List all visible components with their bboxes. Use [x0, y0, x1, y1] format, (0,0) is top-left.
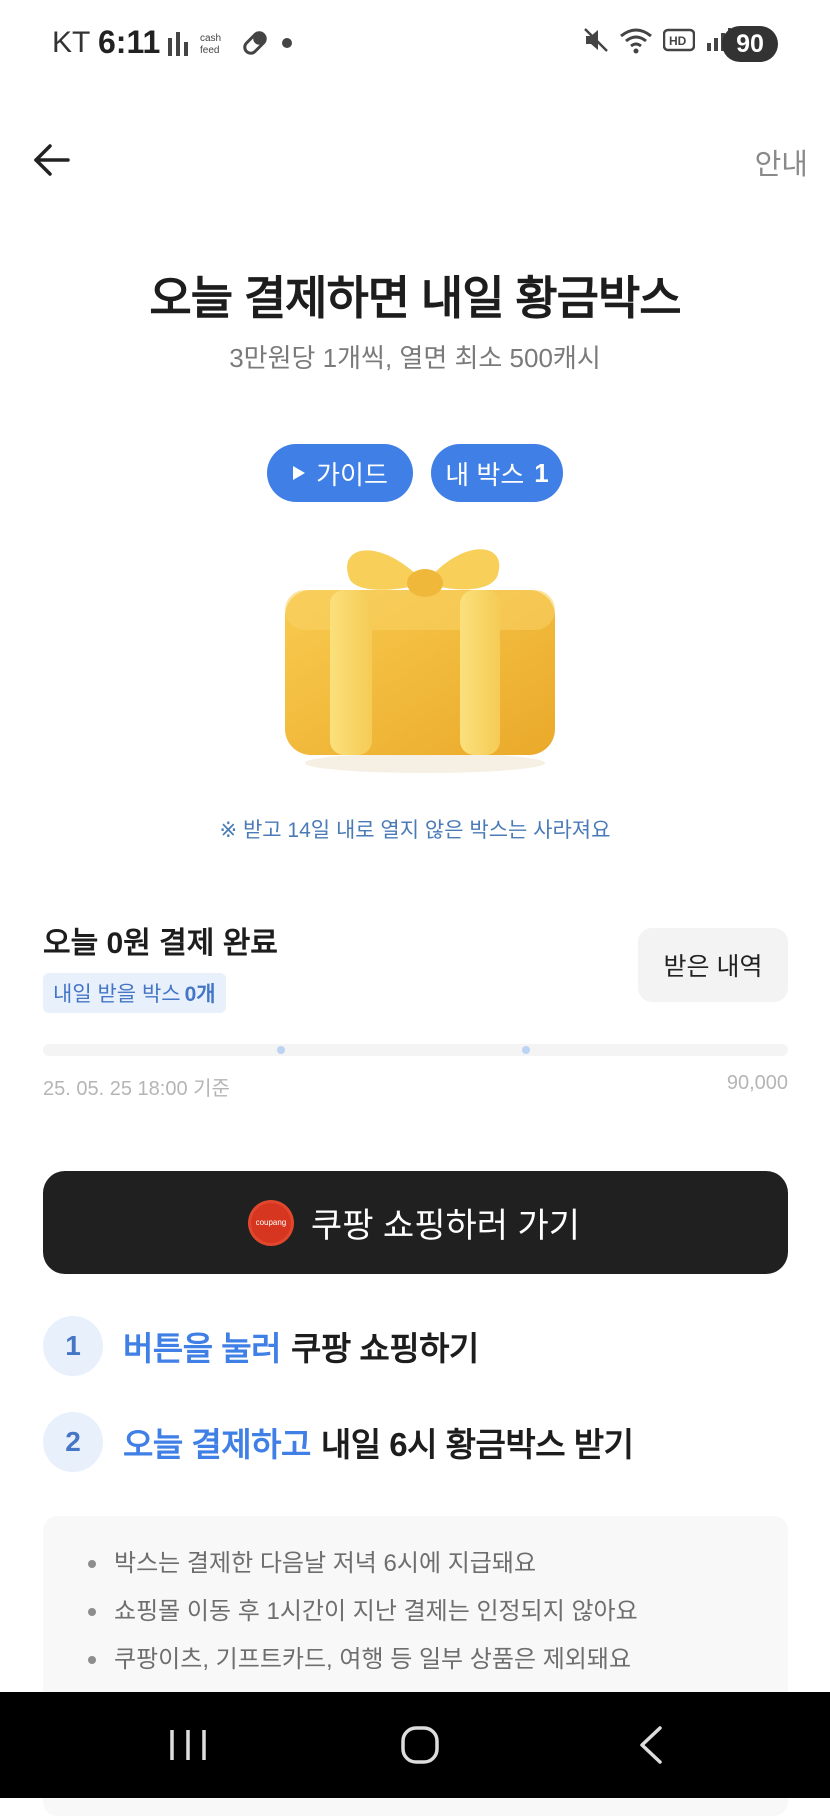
payment-status-title: 오늘 0원 결제 완료 [43, 927, 278, 960]
step-description: 쿠팡 쇼핑하기 [290, 1330, 479, 1367]
back-button[interactable] [30, 138, 74, 182]
page-subtitle: 3만원당 1개씩, 열면 최소 500캐시 [229, 343, 601, 373]
step-highlight: 버튼을 눌러 [123, 1330, 281, 1367]
dot-icon [282, 38, 292, 48]
step-number: 1 [43, 1316, 103, 1376]
carrier-label: KT [52, 26, 91, 59]
guide-button[interactable]: 가이드 [267, 444, 413, 502]
home-icon[interactable] [390, 1722, 450, 1768]
page-title: 오늘 결제하면 내일 황금박스 [149, 272, 681, 324]
progress-max-label: 90,000 [726, 1072, 788, 1094]
progress-marker [522, 1046, 530, 1054]
coupang-shop-button-label: 쿠팡 쇼핑하러 가기 [310, 1207, 581, 1245]
progress-marker [277, 1046, 285, 1054]
step-1: 1 버튼을 눌러 쿠팡 쇼핑하기 [43, 1316, 479, 1376]
info-item: 쇼핑몰 이동 후 1시간이 지난 결제는 인정되지 않아요 [86, 1592, 638, 1640]
coupang-logo: coupang [250, 1202, 291, 1243]
tomorrow-box-label: 내일 받을 박스 [53, 983, 181, 1006]
progress-date-label: 25. 05. 25 18:00 기준 [43, 1078, 230, 1100]
expiry-notice: ※ 받고 14일 내로 열지 않은 박스는 사라져요 [219, 819, 611, 842]
step-description: 내일 6시 황금박스 받기 [320, 1426, 634, 1463]
info-link[interactable]: 안내 [755, 141, 808, 183]
svg-text:cash: cash [200, 33, 221, 44]
step-text: 오늘 결제하고 내일 6시 황금박스 받기 [123, 1418, 634, 1466]
info-item: 쿠팡이츠, 기프트카드, 여행 등 일부 상품은 제외돼요 [86, 1640, 638, 1688]
mute-icon [584, 28, 608, 52]
step-2: 2 오늘 결제하고 내일 6시 황금박스 받기 [43, 1412, 634, 1472]
history-button[interactable]: 받은 내역 [638, 928, 788, 1002]
payment-progress-bar [43, 1044, 788, 1056]
arrow-left-icon [34, 144, 70, 176]
my-box-button[interactable]: 내 박스 1 [431, 444, 563, 502]
battery-indicator: 90 [722, 26, 778, 62]
step-text: 버튼을 눌러 쿠팡 쇼핑하기 [123, 1322, 479, 1370]
info-list: 박스는 결제한 다음날 저녁 6시에 지급돼요 쇼핑몰 이동 후 1시간이 지난… [86, 1544, 638, 1688]
guide-button-label: 가이드 [316, 459, 388, 490]
cashfeed-icon: cashfeed [200, 33, 221, 56]
recent-apps-icon[interactable] [158, 1722, 218, 1768]
my-box-label: 내 박스 [445, 459, 525, 490]
wifi-icon [620, 28, 652, 54]
signal-bars-icon [168, 32, 188, 56]
pill-icon [243, 31, 267, 55]
hd-icon: HD [663, 28, 695, 52]
my-box-count: 1 [534, 457, 549, 488]
system-icons: HD [583, 26, 731, 54]
coupang-shop-button[interactable]: coupang 쿠팡 쇼핑하러 가기 [43, 1171, 788, 1274]
clock: 6:11 [98, 24, 161, 60]
tomorrow-box-count: 0개 [184, 983, 216, 1006]
svg-text:feed: feed [200, 45, 219, 56]
step-number: 2 [43, 1412, 103, 1472]
back-nav-icon[interactable] [622, 1722, 682, 1768]
tomorrow-box-badge: 내일 받을 박스 0개 [43, 973, 226, 1013]
step-highlight: 오늘 결제하고 [123, 1426, 311, 1463]
svg-text:HD: HD [669, 34, 687, 48]
play-icon [293, 466, 306, 480]
gift-box-icon[interactable] [275, 535, 565, 775]
info-item: 박스는 결제한 다음날 저녁 6시에 지급돼요 [86, 1544, 638, 1592]
notification-icons: cash feed [168, 28, 294, 58]
status-bar: KT 6:11 cash feed HD 90 [0, 0, 830, 92]
